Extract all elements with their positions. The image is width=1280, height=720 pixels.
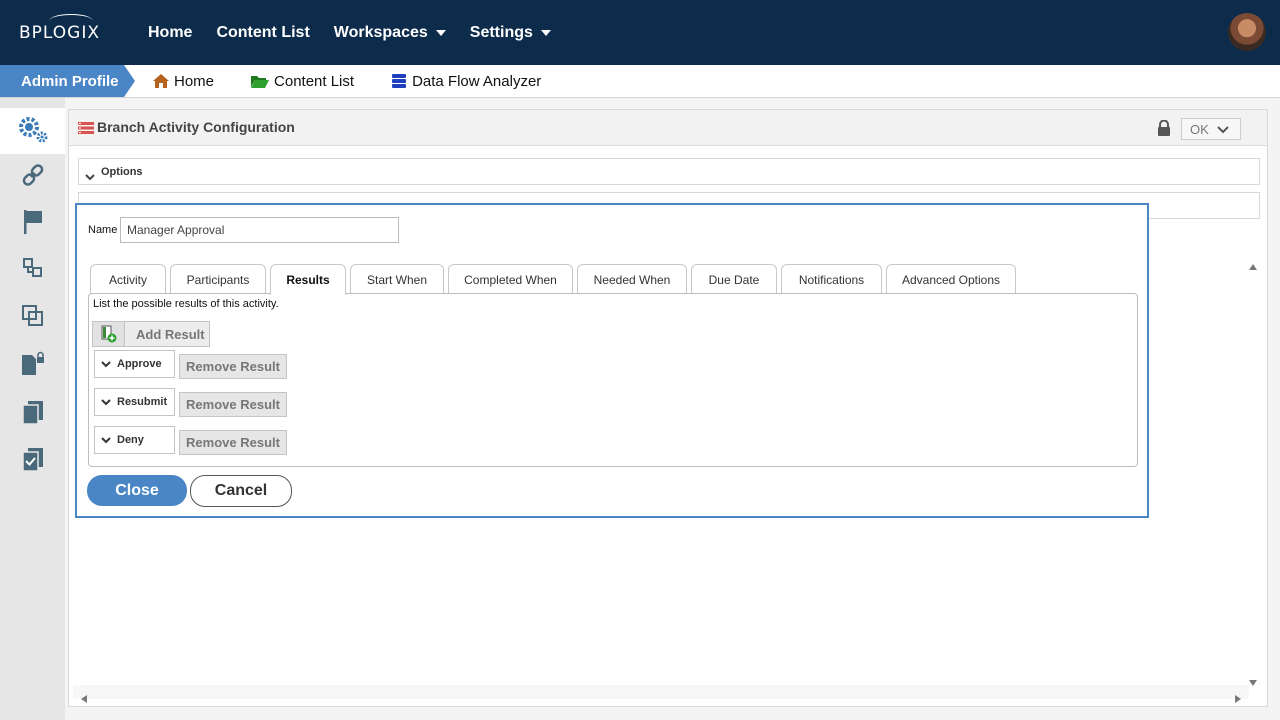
result-item[interactable]: Deny	[94, 426, 175, 454]
sidebar-item-documents[interactable]	[0, 392, 65, 438]
sidebar-item-checklist[interactable]	[0, 439, 65, 485]
scroll-left-arrow[interactable]	[81, 695, 87, 703]
add-document-icon	[93, 322, 125, 346]
chevron-down-icon	[85, 168, 95, 186]
gears-icon	[16, 114, 50, 149]
left-sidebar	[0, 98, 65, 720]
sidebar-item-settings[interactable]	[0, 108, 65, 154]
add-result-button[interactable]: Add Result	[92, 321, 210, 347]
chevron-down-icon	[101, 355, 111, 373]
copy-icon	[21, 304, 45, 333]
admin-profile-crumb[interactable]: Admin Profile	[0, 65, 124, 97]
panel-header: Branch Activity Configuration OK	[69, 110, 1267, 146]
flag-icon	[22, 209, 44, 240]
ok-button[interactable]: OK	[1181, 118, 1241, 140]
sidebar-item-workflow[interactable]	[0, 247, 65, 293]
name-field[interactable]	[120, 217, 399, 243]
options-label: Options	[101, 166, 143, 178]
tab-due-date[interactable]: Due Date	[691, 264, 777, 294]
nav-workspaces[interactable]: Workspaces	[334, 24, 446, 42]
bplogix-logo[interactable]: BPLOGIX	[19, 14, 100, 43]
crumb-content-list[interactable]: Content List	[250, 73, 354, 90]
chevron-down-icon	[101, 431, 111, 449]
tab-participants[interactable]: Participants	[170, 264, 266, 294]
close-button[interactable]: Close	[87, 475, 187, 506]
workflow-icon	[22, 257, 44, 284]
tab-notifications[interactable]: Notifications	[781, 264, 882, 294]
tab-activity[interactable]: Activity	[90, 264, 166, 294]
chevron-down-icon	[540, 29, 551, 36]
top-navbar: BPLOGIX Home Content List Workspaces Set…	[0, 0, 1280, 65]
crumb-home[interactable]: Home	[152, 73, 214, 90]
chevron-down-icon	[1217, 122, 1229, 137]
activity-dialog: Name Activity Participants Results Start…	[75, 203, 1149, 518]
nav-settings[interactable]: Settings	[470, 24, 551, 42]
name-label: Name	[88, 224, 118, 236]
tab-start-when[interactable]: Start When	[350, 264, 444, 294]
sidebar-item-secure-documents[interactable]	[0, 343, 65, 389]
remove-result-button[interactable]: Remove Result	[179, 430, 287, 455]
documents-icon	[21, 400, 45, 431]
options-section[interactable]: Options	[78, 158, 1260, 185]
database-icon	[390, 73, 408, 89]
secure-document-icon	[20, 351, 46, 382]
user-avatar[interactable]	[1228, 13, 1266, 51]
tab-advanced-options[interactable]: Advanced Options	[886, 264, 1016, 294]
top-nav: Home Content List Workspaces Settings	[148, 0, 575, 65]
link-icon	[22, 163, 44, 192]
scroll-down-arrow[interactable]	[1249, 680, 1257, 686]
tab-needed-when[interactable]: Needed When	[577, 264, 687, 294]
panel-title: Branch Activity Configuration	[97, 119, 295, 135]
scroll-right-arrow[interactable]	[1235, 695, 1241, 703]
chevron-down-icon	[101, 393, 111, 411]
results-description: List the possible results of this activi…	[93, 298, 279, 310]
cancel-button[interactable]: Cancel	[190, 475, 292, 507]
crumb-data-flow-analyzer[interactable]: Data Flow Analyzer	[390, 73, 541, 90]
horizontal-scrollbar[interactable]	[73, 685, 1249, 699]
checklist-icon	[21, 447, 45, 478]
remove-result-button[interactable]: Remove Result	[179, 392, 287, 417]
breadcrumb: Admin Profile Home Content List Data Flo…	[0, 65, 1280, 98]
home-icon	[152, 73, 170, 89]
remove-result-button[interactable]: Remove Result	[179, 354, 287, 379]
scroll-up-arrow[interactable]	[1249, 264, 1257, 270]
nav-content-list[interactable]: Content List	[216, 24, 309, 42]
lock-icon[interactable]	[1157, 119, 1171, 141]
result-item[interactable]: Resubmit	[94, 388, 175, 416]
result-item[interactable]: Approve	[94, 350, 175, 378]
list-icon	[78, 121, 94, 139]
chevron-down-icon	[435, 29, 446, 36]
sidebar-item-copy[interactable]	[0, 295, 65, 341]
folder-icon	[250, 73, 270, 89]
sidebar-item-links[interactable]	[0, 154, 65, 200]
results-tab-panel: List the possible results of this activi…	[88, 293, 1138, 467]
sidebar-item-flags[interactable]	[0, 201, 65, 247]
tab-completed-when[interactable]: Completed When	[448, 264, 573, 294]
tab-results[interactable]: Results	[270, 264, 346, 295]
nav-home[interactable]: Home	[148, 24, 192, 42]
